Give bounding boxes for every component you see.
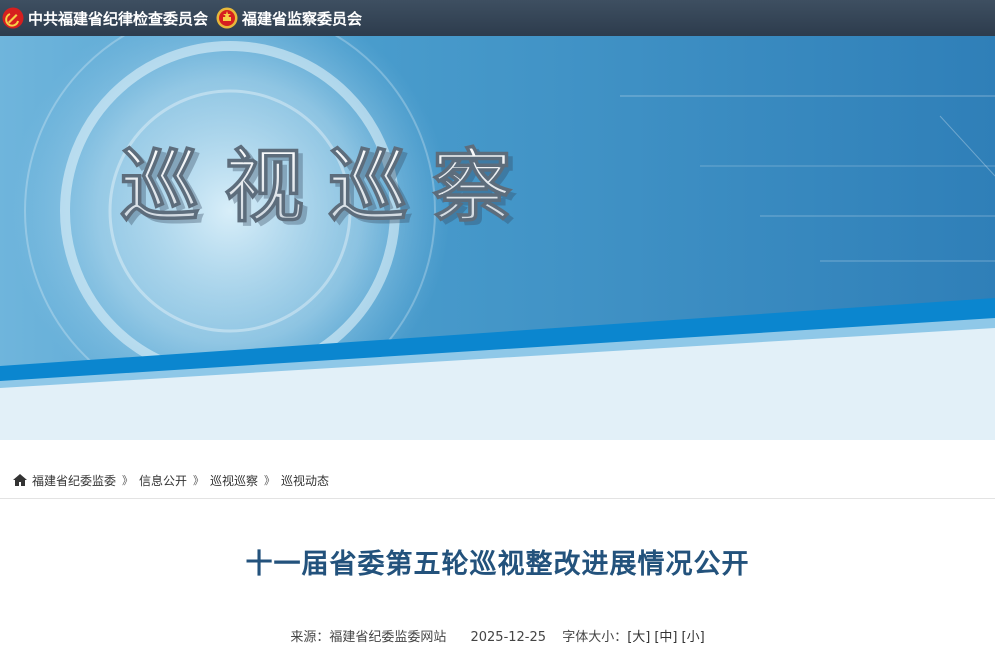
breadcrumb-item-inspection[interactable]: 巡视巡察 — [210, 472, 258, 489]
font-medium-button[interactable]: [中] — [654, 630, 677, 645]
party-emblem-icon — [2, 7, 24, 29]
font-size-control: 字体大小：[大] [中] [小] — [562, 630, 704, 645]
org-supervision-label: 福建省监察委员会 — [242, 9, 363, 28]
divider — [0, 498, 995, 499]
article-source: 来源：福建省纪委监委网站 — [290, 630, 446, 645]
font-large-button[interactable]: [大] — [627, 630, 650, 645]
article-meta: 来源：福建省纪委监委网站 2025-12-25 字体大小：[大] [中] [小] — [0, 626, 995, 645]
breadcrumb-separator: 》 — [122, 474, 134, 487]
banner-title: 巡视巡察 — [120, 140, 536, 233]
home-icon — [13, 474, 27, 486]
hero-banner: 巡视巡察 巡视巡察 — [0, 36, 995, 440]
font-small-button[interactable]: [小] — [682, 630, 705, 645]
article-title: 十一届省委第五轮巡视整改进展情况公开 — [245, 549, 750, 580]
source-label: 来源： — [290, 630, 330, 645]
article-date: 2025-12-25 — [470, 630, 547, 645]
breadcrumb-item-info[interactable]: 信息公开 — [139, 472, 187, 489]
breadcrumb-home-link[interactable]: 福建省纪委监委 — [32, 472, 116, 489]
national-emblem-icon — [216, 7, 238, 29]
breadcrumb-separator: 》 — [264, 474, 276, 487]
breadcrumb-item-news[interactable]: 巡视动态 — [281, 472, 329, 489]
font-size-label: 字体大小： — [562, 630, 628, 645]
org-supervision-link[interactable]: 福建省监察委员会 — [216, 7, 362, 29]
breadcrumb: 福建省纪委监委 》 信息公开 》 巡视巡察 》 巡视动态 — [12, 470, 329, 490]
breadcrumb-separator: 》 — [193, 474, 205, 487]
org-ccdi-label: 中共福建省纪律检查委员会 — [28, 9, 209, 28]
org-ccdi-link[interactable]: 中共福建省纪律检查委员会 — [2, 7, 208, 29]
source-value: 福建省纪委监委网站 — [329, 630, 447, 645]
top-bar: 中共福建省纪律检查委员会 福建省监察委员会 — [0, 0, 995, 36]
